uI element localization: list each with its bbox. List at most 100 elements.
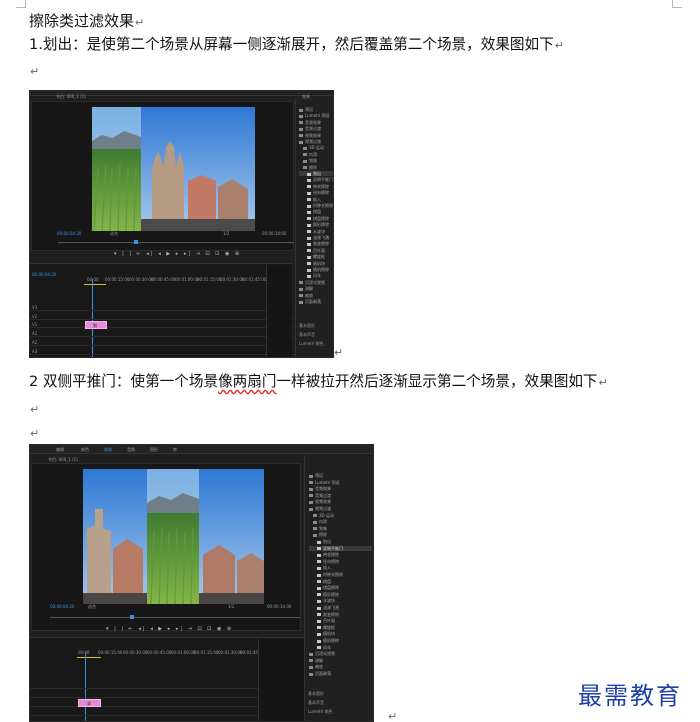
effects-item-7[interactable]: 内滑 (309, 519, 372, 524)
effects-item-25[interactable]: 随机擦除 (299, 267, 333, 272)
effects-item-8[interactable]: 划像 (299, 158, 333, 163)
effects-item-27[interactable]: 沉浸式视频 (309, 651, 372, 656)
effects-item-4[interactable]: 视频效果 (309, 499, 372, 504)
panel-essential-graphics-2[interactable]: 基本图形 (308, 691, 324, 696)
effects-item-4[interactable]: 视频效果 (299, 133, 333, 138)
scrubber-handle-2[interactable] (130, 615, 134, 619)
transition-icon (317, 547, 321, 551)
effects-item-14[interactable]: 插入 (309, 565, 372, 570)
effects-item-20[interactable]: 油漆飞溅 (299, 235, 333, 240)
effects-item-2[interactable]: 音频效果 (299, 120, 333, 125)
effects-item-30[interactable]: 页面剥落 (309, 671, 372, 676)
effects-item-9[interactable]: 擦除 (299, 165, 333, 170)
effects-item-1[interactable]: Lumetri 预设 (299, 113, 333, 118)
timecode-current-2: 00:00:04:20 (50, 604, 75, 609)
effects-item-0[interactable]: 预设 (299, 107, 333, 112)
effects-item-21[interactable]: 渐变擦除 (299, 241, 333, 246)
effects-item-13[interactable]: 径向擦除 (299, 190, 333, 195)
effects-item-21[interactable]: 渐变擦除 (309, 612, 372, 617)
effects-item-9[interactable]: 擦除 (309, 532, 372, 537)
transition-icon (317, 586, 321, 590)
effects-item-29[interactable]: 缩放 (309, 664, 372, 669)
effects-item-3[interactable]: 音频过渡 (309, 493, 372, 498)
effects-item-24[interactable]: 随机块 (299, 261, 333, 266)
transport-controls-2[interactable]: ▾ | | ⇤ ◂| ◂ ▶ ▸ ▸| ⇥ ⊡ ⊡ ◉ ⊕ (106, 626, 233, 632)
effects-item-22[interactable]: 百叶窗 (299, 248, 333, 253)
menu-edit[interactable]: 编辑 (56, 447, 64, 452)
panel-lumetri-color-2[interactable]: Lumetri 颜色 (308, 709, 333, 714)
effects-item-8[interactable]: 划像 (309, 526, 372, 531)
menu-library[interactable]: 库 (173, 447, 177, 452)
effects-item-10[interactable]: 划出 (299, 171, 333, 176)
effects-item-5[interactable]: 视频过渡 (309, 506, 372, 511)
monitor-scrubber[interactable] (58, 242, 294, 243)
work-area-bar[interactable] (84, 284, 106, 285)
menu-effects[interactable]: 效果 (104, 447, 112, 452)
effects-item-5[interactable]: 视频过渡 (299, 139, 333, 144)
effects-item-6[interactable]: 3D 运动 (309, 513, 372, 518)
effects-item-12[interactable]: 带状擦除 (309, 552, 372, 557)
effects-item-12[interactable]: 带状擦除 (299, 184, 333, 189)
effects-item-14[interactable]: 插入 (299, 197, 333, 202)
effects-item-2[interactable]: 音频效果 (309, 486, 372, 491)
effects-item-10[interactable]: 划出 (309, 539, 372, 544)
effects-item-23[interactable]: 螺旋框 (299, 254, 333, 259)
effects-item-label: 百叶窗 (313, 247, 325, 253)
fit-dropdown[interactable]: 适合 (110, 231, 118, 236)
effects-item-22[interactable]: 百叶窗 (309, 618, 372, 623)
panel-lumetri-color[interactable]: Lumetri 颜色 (299, 341, 324, 346)
work-area-bar-2[interactable] (77, 657, 101, 658)
effects-item-label: 预设 (305, 107, 313, 112)
effects-item-27[interactable]: 沉浸式视频 (299, 280, 333, 285)
effects-item-28[interactable]: 溶解 (299, 286, 333, 291)
panel-essential-sound-2[interactable]: 基本声音 (308, 700, 324, 705)
effects-item-19[interactable]: 水波块 (299, 229, 333, 234)
resolution-dropdown-2[interactable]: 1/2 (228, 604, 234, 609)
effects-item-29[interactable]: 缩放 (299, 293, 333, 298)
effects-item-18[interactable]: 楔形擦除 (309, 592, 372, 597)
fit-dropdown-2[interactable]: 适合 (88, 604, 96, 609)
effects-item-16[interactable]: 棋盘 (309, 579, 372, 584)
resolution-dropdown[interactable]: 1/2 (223, 231, 229, 236)
panel-essential-graphics[interactable]: 基本图形 (299, 323, 315, 328)
menu-graphics[interactable]: 图形 (150, 447, 158, 452)
effects-item-18[interactable]: 楔形擦除 (299, 222, 333, 227)
effects-item-15[interactable]: 时钟式擦除 (299, 203, 333, 208)
effects-item-17[interactable]: 棋盘擦除 (299, 216, 333, 221)
effects-item-24[interactable]: 随机块 (309, 631, 372, 636)
effects-item-1[interactable]: Lumetri 预设 (309, 480, 372, 485)
effects-item-19[interactable]: 水波块 (309, 598, 372, 603)
effects-item-3[interactable]: 音频过渡 (299, 126, 333, 131)
transition-icon (307, 274, 311, 278)
effects-item-7[interactable]: 内滑 (299, 152, 333, 157)
effects-item-11[interactable]: 双侧平推门 (309, 545, 372, 551)
effects-item-17[interactable]: 棋盘擦除 (309, 585, 372, 590)
transition-clip-2[interactable]: 双 (78, 699, 101, 707)
effects-item-label: 双侧平推门 (323, 545, 343, 551)
effects-item-23[interactable]: 螺旋框 (309, 625, 372, 630)
effects-item-20[interactable]: 油漆飞溅 (309, 605, 372, 610)
effects-item-25[interactable]: 随机擦除 (309, 638, 372, 643)
menu-audio[interactable]: 音频 (127, 447, 135, 452)
effects-item-6[interactable]: 3D 运动 (299, 145, 333, 150)
transport-controls[interactable]: ▾ | | ⇤ ◂| ◂ ▶ ▸ ▸| ⇥ ⊡ ⊡ ◉ ⊕ (114, 251, 241, 257)
effects-item-15[interactable]: 时钟式擦除 (309, 572, 372, 577)
effects-item-26[interactable]: 风车 (299, 273, 333, 278)
effects-item-28[interactable]: 溶解 (309, 658, 372, 663)
scrubber-handle[interactable] (134, 240, 138, 244)
effects-item-0[interactable]: 预设 (309, 473, 372, 478)
program-tab-title[interactable]: 节目: 000_1 (1) (56, 94, 86, 99)
effects-item-13[interactable]: 径向擦除 (309, 559, 372, 564)
effects-item-label: 油漆飞溅 (313, 235, 329, 240)
transition-clip[interactable]: 划 (85, 321, 107, 329)
panel-essential-sound[interactable]: 基本声音 (299, 332, 315, 337)
effects-item-16[interactable]: 棋盘 (299, 209, 333, 214)
program-tab-title-2[interactable]: 节目: 000_1 (1) (48, 457, 78, 462)
monitor-scrubber-2[interactable] (50, 617, 300, 618)
effects-item-26[interactable]: 风车 (309, 645, 372, 650)
menu-color[interactable]: 颜色 (81, 447, 89, 452)
effects-item-30[interactable]: 页面剥落 (299, 299, 333, 304)
transition-icon (317, 613, 321, 617)
transition-icon (317, 580, 321, 584)
effects-item-11[interactable]: 双侧平推门 (299, 177, 333, 182)
